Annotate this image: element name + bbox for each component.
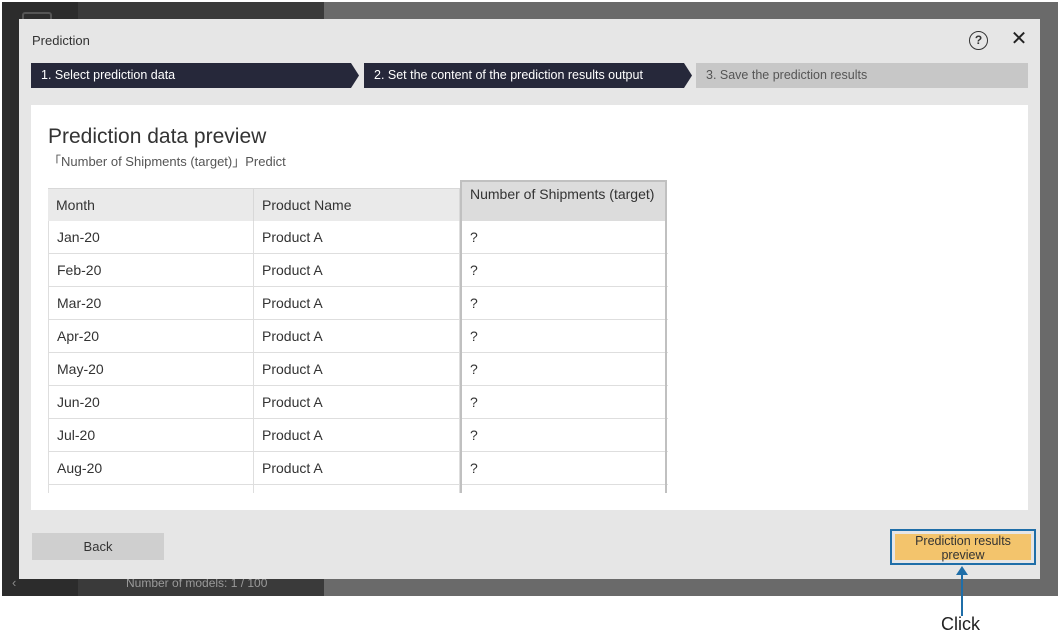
step-select-data: 1. Select prediction data xyxy=(31,63,359,88)
dialog-title: Prediction xyxy=(32,33,90,48)
cell-month: Jan-20 xyxy=(48,221,254,254)
cell-product-name: Product A xyxy=(254,353,460,386)
cell-month: Jul-20 xyxy=(48,419,254,452)
close-icon[interactable]: ✕ xyxy=(1009,28,1029,50)
cell-product-name: Product A xyxy=(254,320,460,353)
prediction-results-preview-button[interactable]: Prediction results preview xyxy=(895,534,1031,562)
cell-product-name: Product A xyxy=(254,386,460,419)
table-row: Mar-20 Product A? xyxy=(48,287,668,320)
cell-target: ? xyxy=(460,287,667,320)
table-row: Apr-20 Product A? xyxy=(48,320,668,353)
table-row: Jan-20 Product A? xyxy=(48,221,668,254)
chevron-left-icon: ‹ xyxy=(12,575,17,590)
panel-title: Prediction data preview xyxy=(48,125,267,148)
table-row: May-20 Product A? xyxy=(48,353,668,386)
table-row: Feb-20 Product A? xyxy=(48,254,668,287)
table-row: Aug-20 Product A? xyxy=(48,452,668,485)
cell-target: ? xyxy=(460,353,667,386)
preview-panel: Prediction data preview 「Number of Shipm… xyxy=(31,105,1028,510)
column-header-target: Number of Shipments (target) xyxy=(460,180,667,221)
cell-product-name: Product A xyxy=(254,221,460,254)
wizard-stepper: 1. Select prediction data 2. Set the con… xyxy=(31,63,1028,88)
step-save-results: 3. Save the prediction results xyxy=(696,63,1028,88)
preview-table[interactable]: Month Product Name Number of Shipments (… xyxy=(48,180,668,493)
cell-product-name xyxy=(254,485,460,493)
annotation-label: Click xyxy=(941,614,980,634)
cell-month: Aug-20 xyxy=(48,452,254,485)
annotation-arrow-icon xyxy=(956,566,968,616)
step-set-output: 2. Set the content of the prediction res… xyxy=(364,63,692,88)
cell-month: Jun-20 xyxy=(48,386,254,419)
cell-target: ? xyxy=(460,419,667,452)
cell-product-name: Product A xyxy=(254,452,460,485)
table-body: Jan-20 Product A? Feb-20 Product A? Mar-20 Pr… xyxy=(48,221,668,493)
table-row xyxy=(48,485,668,493)
cell-month: May-20 xyxy=(48,353,254,386)
table-row: Jun-20 Product A? xyxy=(48,386,668,419)
table-row: Jul-20 Product A? xyxy=(48,419,668,452)
cell-month xyxy=(48,485,254,493)
column-header-product-name: Product Name xyxy=(254,188,460,221)
cell-target xyxy=(460,485,667,493)
cell-product-name: Product A xyxy=(254,287,460,320)
help-icon[interactable]: ? xyxy=(969,31,988,50)
panel-subtitle: 「Number of Shipments (target)」Predict xyxy=(48,154,286,169)
cell-target: ? xyxy=(460,386,667,419)
column-header-month: Month xyxy=(48,188,254,221)
cell-product-name: Product A xyxy=(254,254,460,287)
prediction-dialog: Prediction ? ✕ 1. Select prediction data… xyxy=(19,19,1040,579)
cell-target: ? xyxy=(460,221,667,254)
cell-month: Feb-20 xyxy=(48,254,254,287)
cell-month: Mar-20 xyxy=(48,287,254,320)
cell-target: ? xyxy=(460,254,667,287)
cell-month: Apr-20 xyxy=(48,320,254,353)
highlight-outline: Prediction results preview xyxy=(890,529,1036,565)
back-button[interactable]: Back xyxy=(32,533,164,560)
cell-product-name: Product A xyxy=(254,419,460,452)
cell-target: ? xyxy=(460,320,667,353)
cell-target: ? xyxy=(460,452,667,485)
